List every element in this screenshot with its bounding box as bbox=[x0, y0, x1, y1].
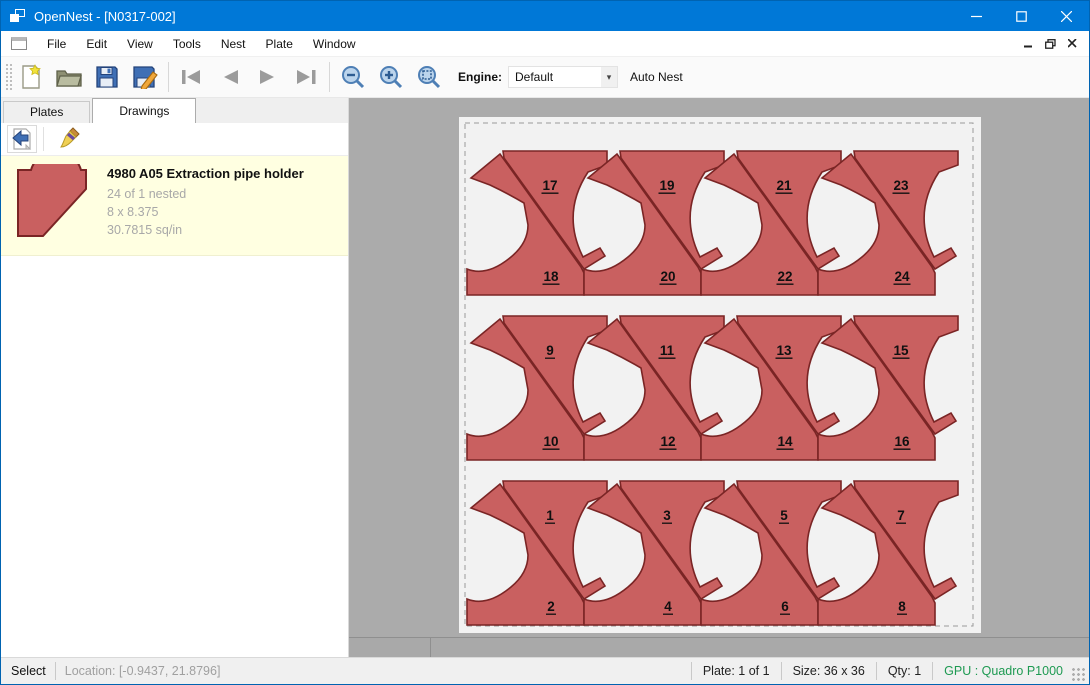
tab-plates[interactable]: Plates bbox=[3, 101, 90, 123]
drawing-size: 8 x 8.375 bbox=[107, 205, 304, 219]
main-toolbar: Engine: Default ▾ Auto Nest bbox=[1, 57, 1089, 98]
part-number-label: 24 bbox=[894, 269, 910, 284]
menu-bar: FileEditViewToolsNestPlateWindow bbox=[1, 31, 1089, 57]
part-number-label: 22 bbox=[777, 269, 792, 284]
part-number-label: 3 bbox=[663, 508, 671, 523]
menu-tools[interactable]: Tools bbox=[163, 32, 211, 56]
part-number-label: 11 bbox=[660, 343, 675, 358]
part-number-label: 21 bbox=[776, 178, 792, 193]
drawings-toolbar bbox=[1, 123, 348, 156]
status-plate: Plate: 1 of 1 bbox=[701, 664, 772, 678]
part-number-label: 4 bbox=[664, 599, 672, 614]
drawing-title: 4980 A05 Extraction pipe holder bbox=[107, 166, 304, 181]
save-icon[interactable] bbox=[88, 60, 126, 94]
chevron-down-icon: ▾ bbox=[601, 67, 617, 87]
zoom-in-icon[interactable] bbox=[372, 60, 410, 94]
part-number-label: 17 bbox=[542, 178, 557, 193]
app-icon bbox=[10, 9, 26, 23]
part-number-label: 23 bbox=[893, 178, 909, 193]
panel-tabstrip: Plates Drawings bbox=[1, 98, 348, 123]
engine-select[interactable]: Default ▾ bbox=[508, 66, 618, 88]
part-number-label: 6 bbox=[781, 599, 789, 614]
part-number-label: 12 bbox=[660, 434, 675, 449]
part-number-label: 1 bbox=[546, 508, 554, 523]
horizontal-scrollbar[interactable] bbox=[349, 637, 1089, 657]
drawing-list-item[interactable]: 4980 A05 Extraction pipe holder 24 of 1 … bbox=[1, 156, 348, 256]
open-file-icon[interactable] bbox=[50, 60, 88, 94]
menu-window[interactable]: Window bbox=[303, 32, 366, 56]
status-gpu: GPU : Quadro P1000 bbox=[942, 664, 1065, 678]
part-number-label: 19 bbox=[659, 178, 674, 193]
part-number-label: 9 bbox=[546, 343, 554, 358]
engine-selected-value: Default bbox=[509, 70, 601, 84]
auto-nest-button[interactable]: Auto Nest bbox=[630, 70, 683, 84]
window-title: OpenNest - [N0317-002] bbox=[34, 9, 954, 24]
maximize-button[interactable] bbox=[999, 1, 1044, 31]
mdi-document-icon[interactable] bbox=[11, 37, 27, 50]
new-file-icon[interactable] bbox=[12, 60, 50, 94]
menu-plate[interactable]: Plate bbox=[256, 32, 303, 56]
minimize-button[interactable] bbox=[954, 1, 999, 31]
title-bar: OpenNest - [N0317-002] bbox=[1, 1, 1089, 31]
nest-canvas[interactable]: 171819202122232491011121314151612345678 bbox=[349, 98, 1089, 657]
part-number-label: 8 bbox=[898, 599, 906, 614]
mdi-minimize-button[interactable] bbox=[1017, 34, 1039, 54]
previous-plate-icon[interactable] bbox=[211, 60, 249, 94]
save-as-icon[interactable] bbox=[126, 60, 164, 94]
status-bar: Select Location: [-0.9437, 21.8796] Plat… bbox=[1, 657, 1089, 684]
part-number-label: 7 bbox=[897, 508, 905, 523]
first-plate-icon[interactable] bbox=[173, 60, 211, 94]
side-panel: Plates Drawings 4980 A05 Extraction pipe… bbox=[1, 98, 349, 657]
part-number-label: 16 bbox=[894, 434, 910, 449]
tab-drawings[interactable]: Drawings bbox=[92, 98, 196, 123]
drawings-list-empty-area bbox=[1, 256, 348, 657]
part-number-label: 14 bbox=[777, 434, 793, 449]
engine-label: Engine: bbox=[458, 70, 502, 84]
status-location: Location: [-0.9437, 21.8796] bbox=[65, 664, 221, 678]
part-number-label: 13 bbox=[776, 343, 792, 358]
status-size: Size: 36 x 36 bbox=[791, 664, 867, 678]
toolbar-grip[interactable] bbox=[4, 62, 12, 92]
status-qty: Qty: 1 bbox=[886, 664, 923, 678]
import-drawing-icon[interactable] bbox=[7, 125, 37, 153]
status-mode: Select bbox=[11, 664, 46, 678]
menu-nest[interactable]: Nest bbox=[211, 32, 256, 56]
part-number-label: 10 bbox=[543, 434, 558, 449]
clear-drawings-broom-icon[interactable] bbox=[56, 125, 86, 153]
plate-page: 171819202122232491011121314151612345678 bbox=[459, 117, 981, 633]
menu-items: FileEditViewToolsNestPlateWindow bbox=[37, 32, 366, 56]
drawing-area: 30.7815 sq/in bbox=[107, 223, 304, 237]
mdi-restore-button[interactable] bbox=[1039, 34, 1061, 54]
mdi-close-button[interactable] bbox=[1061, 34, 1083, 54]
app-window: OpenNest - [N0317-002] FileEditViewTools… bbox=[0, 0, 1090, 685]
close-button[interactable] bbox=[1044, 1, 1089, 31]
part-thumbnail bbox=[15, 164, 91, 245]
menu-edit[interactable]: Edit bbox=[76, 32, 117, 56]
last-plate-icon[interactable] bbox=[287, 60, 325, 94]
part-number-label: 5 bbox=[780, 508, 788, 523]
zoom-fit-icon[interactable] bbox=[410, 60, 448, 94]
part-number-label: 15 bbox=[893, 343, 909, 358]
menu-file[interactable]: File bbox=[37, 32, 76, 56]
drawing-nested-count: 24 of 1 nested bbox=[107, 187, 304, 201]
part-number-label: 20 bbox=[660, 269, 675, 284]
menu-view[interactable]: View bbox=[117, 32, 163, 56]
part-number-label: 2 bbox=[547, 599, 555, 614]
resize-grip-icon[interactable] bbox=[1071, 667, 1085, 681]
next-plate-icon[interactable] bbox=[249, 60, 287, 94]
zoom-out-icon[interactable] bbox=[334, 60, 372, 94]
part-number-label: 18 bbox=[543, 269, 559, 284]
